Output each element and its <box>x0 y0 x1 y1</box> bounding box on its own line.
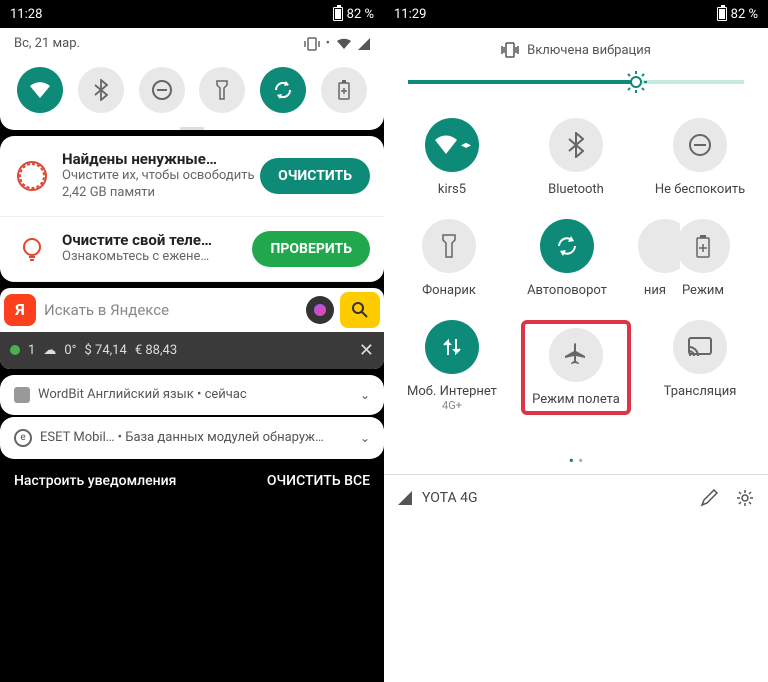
cleanup-notification[interactable]: Найдены ненужные… Очистите их, чтобы осв… <box>0 136 384 217</box>
status-bar: 11:28 82 % <box>0 0 384 28</box>
brightness-icon[interactable] <box>624 70 648 94</box>
wifi-tile[interactable]: ◂▸ kirs5 <box>397 118 507 197</box>
flashlight-toggle[interactable] <box>199 67 245 113</box>
yandex-infobar[interactable]: 1 ☁ 0° $ 74,14 € 88,43 ✕ <box>0 332 384 369</box>
chevron-down-icon[interactable]: ⌄ <box>360 431 370 445</box>
eset-icon: e <box>14 429 32 447</box>
airplane-icon <box>563 342 589 368</box>
wifi-icon <box>28 80 52 100</box>
bluetooth-icon <box>568 132 584 158</box>
wifi-icon <box>336 38 352 50</box>
wifi-toggle[interactable] <box>17 67 63 113</box>
clear-all-button[interactable]: ОЧИСТИТЬ ВСЕ <box>267 473 370 489</box>
qs-panel: Вс, 21 мар. • <box>0 28 384 130</box>
mobile-data-tile[interactable]: Моб. Интернет 4G+ <box>397 320 507 415</box>
panel-handle[interactable] <box>180 127 204 130</box>
search-placeholder[interactable]: Искать в Яндексе <box>44 301 300 319</box>
dnd-toggle[interactable] <box>139 67 185 113</box>
notif-title: Найдены ненужные… <box>62 150 260 168</box>
notif-title: Очистите свой теле… <box>62 231 252 249</box>
bluetooth-icon <box>94 79 108 101</box>
airplane-mode-tile[interactable]: Режим полета <box>521 320 631 415</box>
search-icon <box>351 301 369 319</box>
eset-notification[interactable]: e ESET Mobil… • База данных модулей обна… <box>0 417 384 459</box>
battery-plus-icon <box>337 79 351 101</box>
flashlight-icon <box>441 233 457 259</box>
battery-plus-icon <box>695 233 711 259</box>
status-time: 11:28 <box>10 7 42 22</box>
search-button[interactable] <box>340 292 380 328</box>
rotate-icon <box>272 79 294 101</box>
chevron-down-icon[interactable]: ⌄ <box>360 388 370 402</box>
check-notification[interactable]: Очистите свой теле… Ознакомьтесь с ежене… <box>0 217 384 282</box>
dnd-tile[interactable]: Не беспокоить <box>645 118 755 197</box>
yandex-widget: Я Искать в Яндексе 1 ☁ 0° $ 74,14 € 88,4… <box>0 288 384 369</box>
battery-icon <box>333 7 343 21</box>
signal-icon <box>398 491 412 505</box>
bulb-icon <box>14 231 50 267</box>
status-dot-icon <box>10 345 20 355</box>
qs-date: Вс, 21 мар. <box>14 36 80 51</box>
status-icons: • <box>304 36 370 51</box>
wifi-icon <box>433 134 459 156</box>
battery-pct: 82 % <box>731 7 758 22</box>
notif-subtitle: Очистите их, чтобы освободить 2,42 GB па… <box>62 168 260 202</box>
vibrate-icon <box>304 37 320 51</box>
flashlight-icon <box>215 79 229 101</box>
wordbit-notification[interactable]: WordBit Английский язык • сейчас ⌄ <box>0 375 384 415</box>
cloud-icon: ☁ <box>43 343 56 358</box>
battery-saver-toggle[interactable] <box>321 67 367 113</box>
yandex-logo-icon: Я <box>4 294 36 326</box>
status-time: 11:29 <box>394 7 426 22</box>
autorotate-toggle[interactable] <box>260 67 306 113</box>
dnd-icon <box>151 79 173 101</box>
notif-subtitle: Ознакомьтесь с ежене… <box>62 249 252 266</box>
cleanup-icon <box>14 158 50 194</box>
brightness-slider[interactable] <box>408 80 744 84</box>
cast-icon <box>687 336 713 358</box>
edit-icon[interactable] <box>700 489 718 507</box>
page-indicator[interactable]: • • <box>384 447 768 474</box>
close-icon[interactable]: ✕ <box>359 340 374 361</box>
bluetooth-toggle[interactable] <box>78 67 124 113</box>
clean-button[interactable]: ОЧИСТИТЬ <box>260 158 370 194</box>
flashlight-tile[interactable]: Фонарик <box>394 219 504 298</box>
check-button[interactable]: ПРОВЕРИТЬ <box>252 231 370 267</box>
notification-actions: Настроить уведомления ОЧИСТИТЬ ВСЕ <box>0 459 384 503</box>
data-icon <box>442 335 462 359</box>
autorotate-tile[interactable]: Автоповорот <box>512 219 622 298</box>
battery-icon <box>717 7 727 21</box>
vibrate-icon <box>501 42 519 58</box>
status-bar: 11:29 82 % <box>384 0 768 28</box>
battery-pct: 82 % <box>347 7 374 22</box>
carrier-name: YOTA 4G <box>422 490 477 506</box>
rotate-icon <box>554 233 580 259</box>
dnd-icon <box>687 132 713 158</box>
gear-icon[interactable] <box>736 489 754 507</box>
carrier-row: YOTA 4G <box>384 474 768 521</box>
settings-link[interactable]: Настроить уведомления <box>14 473 176 489</box>
bluetooth-tile[interactable]: Bluetooth <box>521 118 631 197</box>
battery-saver-tile[interactable]: Режим <box>648 219 758 298</box>
vibration-status[interactable]: Включена вибрация <box>384 28 768 72</box>
alice-icon[interactable] <box>306 296 334 324</box>
signal-icon <box>358 38 370 50</box>
yandex-search[interactable]: Я Искать в Яндексе <box>0 288 384 332</box>
cast-tile[interactable]: Трансляция <box>645 320 755 415</box>
app-icon <box>14 387 30 403</box>
